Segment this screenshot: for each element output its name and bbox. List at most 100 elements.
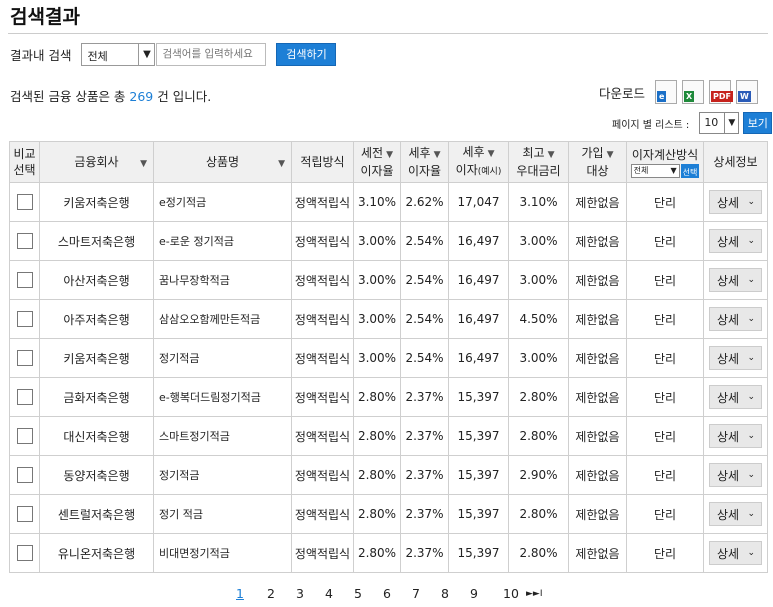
join-target-cell: 제한없음: [568, 416, 627, 456]
compare-checkbox[interactable]: [16, 350, 33, 366]
sort-down-icon[interactable]: ▼: [140, 156, 147, 172]
compare-checkbox[interactable]: [16, 467, 33, 483]
download-bar: 다운로드 e X PDF W: [599, 80, 763, 104]
page-link[interactable]: 2: [267, 586, 275, 601]
chevron-down-icon: ⌄: [747, 470, 755, 480]
interest-cell: 16,497: [448, 299, 509, 339]
title-divider: [8, 33, 768, 34]
sort-down-icon[interactable]: ▼: [278, 156, 285, 172]
table-header-row: 비교 선택 금융회사 ▼ 상품명 ▼ 적립방식 세전 ▼ 이자율 세후 ▼ 이자율 세후 ▼ 이자…: [9, 141, 768, 183]
page-link[interactable]: 8: [441, 586, 449, 601]
page-link[interactable]: 7: [412, 586, 420, 601]
posttax-rate-cell: 2.54%: [400, 338, 449, 378]
compare-checkbox[interactable]: [16, 233, 33, 249]
detail-cell: 상세 ⌄: [703, 533, 768, 573]
compare-checkbox[interactable]: [16, 506, 33, 522]
excel-icon[interactable]: X: [682, 80, 705, 104]
pretax-rate-cell: 2.80%: [353, 533, 401, 573]
col-max-rate[interactable]: 최고 ▼ 우대금리: [508, 141, 569, 183]
view-button[interactable]: 보기: [743, 112, 773, 134]
company-cell: 센트럴저축은행: [39, 494, 154, 534]
sort-down-icon[interactable]: ▼: [607, 150, 614, 160]
page-link[interactable]: 9: [470, 586, 478, 601]
col-company[interactable]: 금융회사 ▼: [39, 141, 154, 183]
col-pretax-rate[interactable]: 세전 ▼ 이자율: [353, 141, 401, 183]
col-method: 적립방식: [291, 141, 354, 183]
compare-checkbox-cell: [9, 182, 40, 222]
detail-button[interactable]: 상세 ⌄: [709, 190, 762, 214]
page-link[interactable]: 5: [354, 586, 362, 601]
chevron-down-icon: ⌄: [747, 431, 755, 441]
detail-button[interactable]: 상세 ⌄: [709, 385, 762, 409]
method-cell: 정액적립식: [291, 455, 354, 495]
product-name-cell: e정기적금: [153, 182, 292, 222]
detail-button[interactable]: 상세 ⌄: [709, 541, 762, 565]
search-button[interactable]: 검색하기: [276, 42, 337, 66]
interest-cell: 15,397: [448, 494, 509, 534]
detail-button[interactable]: 상세 ⌄: [709, 268, 762, 292]
detail-button[interactable]: 상세 ⌄: [709, 229, 762, 253]
page-link[interactable]: 6: [383, 586, 391, 601]
detail-button[interactable]: 상세 ⌄: [709, 424, 762, 448]
method-cell: 정액적립식: [291, 533, 354, 573]
compare-checkbox-cell: [9, 299, 40, 339]
search-row: 결과내 검색 전체 ▼ 검색하기: [10, 42, 337, 66]
sort-down-icon[interactable]: ▼: [434, 150, 441, 160]
method-cell: 정액적립식: [291, 338, 354, 378]
col-posttax-interest[interactable]: 세후 ▼ 이자(예시): [448, 141, 509, 183]
search-label: 결과내 검색: [10, 47, 72, 63]
ie-icon[interactable]: e: [655, 80, 678, 104]
download-label: 다운로드: [599, 85, 646, 101]
col-posttax-rate[interactable]: 세후 ▼ 이자율: [400, 141, 449, 183]
calc-method-cell: 단리: [626, 377, 704, 417]
page-link[interactable]: 4: [325, 586, 333, 601]
compare-checkbox[interactable]: [16, 428, 33, 444]
compare-checkbox[interactable]: [16, 311, 33, 327]
sort-down-icon[interactable]: ▼: [488, 149, 495, 159]
col-calc-method: 이자계산방식 전체 ▼ 선택: [626, 141, 704, 183]
detail-button[interactable]: 상세 ⌄: [709, 502, 762, 526]
calc-method-select[interactable]: 전체 ▼: [630, 163, 680, 178]
company-cell: 아산저축은행: [39, 260, 154, 300]
company-cell: 동양저축은행: [39, 455, 154, 495]
scope-select[interactable]: 전체 ▼: [81, 42, 156, 66]
calc-select-button[interactable]: 선택: [680, 163, 700, 178]
compare-checkbox[interactable]: [16, 545, 33, 561]
detail-button-label: 상세: [717, 429, 740, 444]
page-link[interactable]: 10: [503, 586, 519, 601]
compare-checkbox[interactable]: [16, 194, 33, 210]
result-suffix: 건 입니다.: [153, 89, 212, 104]
product-name-cell: 꿈나무장학적금: [153, 260, 292, 300]
col-product[interactable]: 상품명 ▼: [153, 141, 292, 183]
page-link[interactable]: 3: [296, 586, 304, 601]
per-page-select[interactable]: 10 ▼: [699, 112, 740, 134]
max-rate-cell: 4.50%: [508, 299, 569, 339]
calc-method-cell: 단리: [626, 260, 704, 300]
compare-checkbox-cell: [9, 338, 40, 378]
detail-button[interactable]: 상세 ⌄: [709, 346, 762, 370]
compare-checkbox[interactable]: [16, 389, 33, 405]
sort-down-icon[interactable]: ▼: [548, 150, 555, 160]
search-input[interactable]: [156, 42, 267, 66]
col-compare: 비교 선택: [9, 141, 40, 183]
table-row: 아산저축은행 꿈나무장학적금 정액적립식 3.00% 2.54% 16,497 3.00% 제…: [9, 260, 768, 300]
posttax-rate-cell: 2.37%: [400, 455, 449, 495]
calc-method-cell: 단리: [626, 299, 704, 339]
detail-button[interactable]: 상세 ⌄: [709, 307, 762, 331]
compare-checkbox-cell: [9, 455, 40, 495]
next-page-icon[interactable]: ►►I: [526, 589, 543, 599]
detail-button[interactable]: 상세 ⌄: [709, 463, 762, 487]
compare-checkbox[interactable]: [16, 272, 33, 288]
sort-down-icon[interactable]: ▼: [386, 150, 393, 160]
join-target-cell: 제한없음: [568, 455, 627, 495]
compare-checkbox-cell: [9, 377, 40, 417]
posttax-rate-cell: 2.54%: [400, 299, 449, 339]
word-icon[interactable]: W: [736, 80, 759, 104]
detail-cell: 상세 ⌄: [703, 221, 768, 261]
company-cell: 키움저축은행: [39, 338, 154, 378]
pdf-icon[interactable]: PDF: [709, 80, 733, 104]
col-join-target[interactable]: 가입 ▼ 대상: [568, 141, 627, 183]
chevron-down-icon: ⌄: [747, 353, 755, 363]
page-link[interactable]: 1: [236, 586, 244, 601]
compare-checkbox-cell: [9, 221, 40, 261]
